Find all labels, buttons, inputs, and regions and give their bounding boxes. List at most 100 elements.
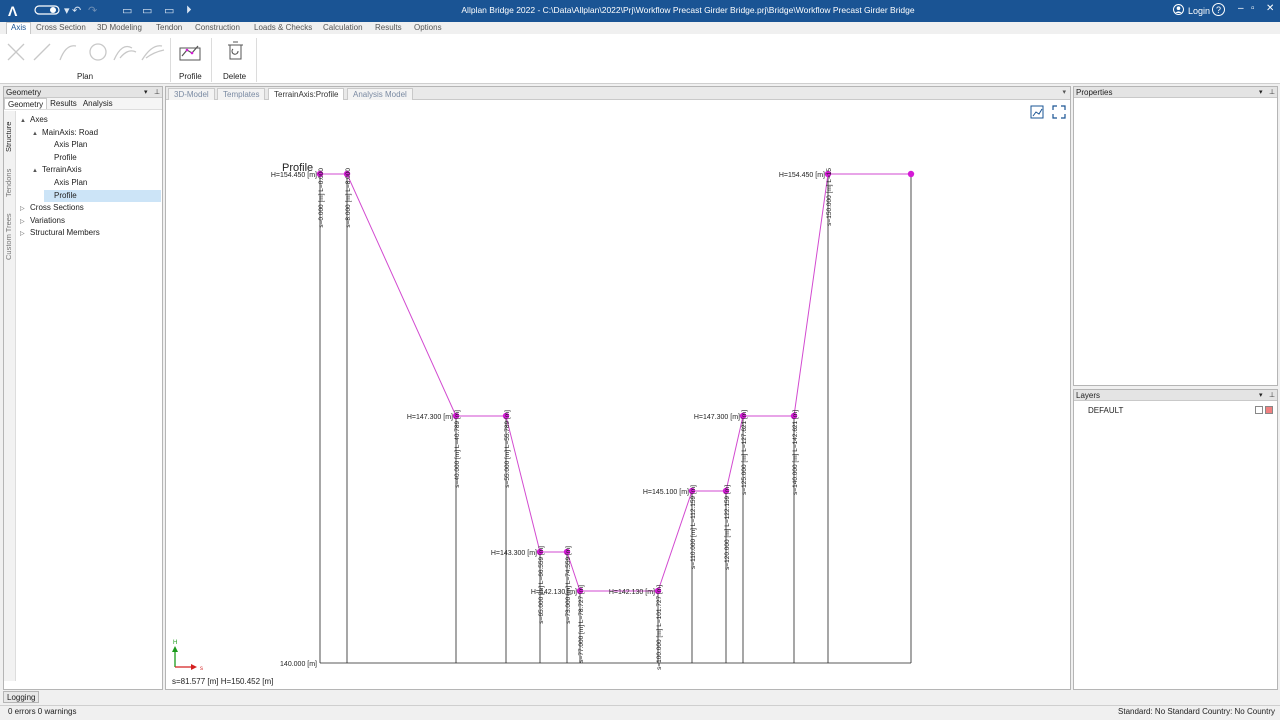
layer-color-swatch[interactable] <box>1265 406 1273 414</box>
plan-tools-icons <box>7 43 165 61</box>
trash-icon[interactable] <box>225 39 245 63</box>
expand-toggle-icon[interactable]: ▲ <box>32 165 42 177</box>
tree-item[interactable]: ▲ MainAxis: Road <box>32 127 161 139</box>
properties-title: Properties <box>1076 88 1113 97</box>
tree-item-label: Profile <box>54 190 77 200</box>
tree-item-label: Axis Plan <box>54 140 88 150</box>
tree-item-label: Structural Members <box>30 228 100 238</box>
tree-item[interactable]: Axis Plan <box>44 177 161 189</box>
vertical-tabs: Structure Tendons Custom Trees <box>4 111 16 681</box>
height-label: H=142.130 [m] <box>531 589 577 596</box>
layers-panel: Layers ▾ ⊥ DEFAULT <box>1073 389 1278 690</box>
tree-item[interactable]: ▲ TerrainAxis <box>32 164 161 176</box>
export-image-icon[interactable] <box>1030 105 1044 119</box>
geometry-panel-title: Geometry <box>6 88 42 97</box>
logging-tab[interactable]: Logging <box>3 691 40 703</box>
tree-item[interactable]: Axis Plan <box>44 139 161 151</box>
tree-item-label: MainAxis: Road <box>42 127 99 137</box>
expand-toggle-icon[interactable]: ▲ <box>20 115 30 127</box>
station-label: s=55.000 [m] L=55.789 [m] <box>504 410 511 488</box>
pin-icon[interactable]: ⊥ <box>154 87 160 98</box>
tree-item[interactable]: ▷ Variations <box>20 215 161 227</box>
station-label: s=100.000 [m] L=101.727 [m] <box>656 585 663 670</box>
tree-item-label: Variations <box>30 215 65 225</box>
station-label: s=77.000 [m] L=78.727 [m] <box>578 585 585 663</box>
vtab-structure[interactable]: Structure <box>4 117 16 157</box>
profile-point[interactable] <box>907 170 915 178</box>
tree-item[interactable]: Profile <box>44 152 161 164</box>
station-label: s=150.000 [m] L=15 <box>826 168 833 226</box>
tree-item[interactable]: ▲ Axes <box>20 114 161 126</box>
height-label: H=147.300 [m] <box>407 414 453 421</box>
pin-icon[interactable]: ⊥ <box>1269 87 1275 98</box>
geometry-tabs: Geometry Results Analysis <box>4 98 162 110</box>
minimize-icon[interactable]: – <box>1238 3 1244 14</box>
expand-toggle-icon[interactable]: ▷ <box>20 203 30 215</box>
tab-geometry[interactable]: Geometry <box>4 98 48 109</box>
user-icon <box>1173 4 1184 17</box>
maximize-icon[interactable]: ▫ <box>1251 3 1255 14</box>
expand-toggle-icon[interactable]: ▲ <box>32 128 42 140</box>
tree-item[interactable]: ▷ Structural Members <box>20 227 161 239</box>
delete-button[interactable]: Delete <box>223 72 246 81</box>
panel-dropdown-icon[interactable]: ▾ <box>1259 87 1263 98</box>
expand-toggle-icon[interactable]: ▷ <box>20 216 30 228</box>
ribbon-tabs: Axis Cross Section 3D Modeling Tendon Co… <box>0 22 1280 34</box>
profile-line[interactable] <box>320 173 911 592</box>
profile-title: Profile <box>282 162 313 174</box>
geometry-panel: Geometry ▾ ⊥ Geometry Results Analysis S… <box>3 86 163 690</box>
station-label: s=140.000 [m] L=142.621 [m] <box>792 410 799 495</box>
geometry-panel-header: Geometry ▾ ⊥ <box>4 87 162 98</box>
ribbon-separator <box>256 38 257 82</box>
tab-axis[interactable]: Axis <box>6 22 32 34</box>
tree-item[interactable]: ▷ Cross Sections <box>20 202 161 214</box>
properties-panel: Properties ▾ ⊥ <box>1073 86 1278 386</box>
tab-tendon[interactable]: Tendon <box>152 23 186 34</box>
panel-dropdown-icon[interactable]: ▾ <box>1259 390 1263 401</box>
tab-calculation[interactable]: Calculation <box>319 23 367 34</box>
title-bar: Λ ▾ ↶ ↷ ▭ ▭ ▭ ⏵ Allplan Bridge 2022 - C:… <box>0 0 1280 22</box>
station-label: s=125.000 [m] L=127.621 [m] <box>741 410 748 495</box>
status-bar: 0 errors 0 warnings Standard: No Standar… <box>0 705 1280 717</box>
tab-loads-checks[interactable]: Loads & Checks <box>250 23 316 34</box>
ribbon: Plan Profile Delete <box>0 34 1280 84</box>
login-label: Login <box>1188 5 1211 16</box>
login-button[interactable]: Login <box>1173 4 1210 17</box>
station-label: s=65.000 [m] L=66.559 [m] <box>538 546 545 624</box>
tree-item-label: Axis Plan <box>54 178 88 187</box>
station-label: s=120.000 [m] L=122.159 [m] <box>724 485 731 570</box>
tab-results-tree[interactable]: Results <box>47 98 80 109</box>
help-icon[interactable]: ? <box>1212 3 1225 16</box>
tab-analysis[interactable]: Analysis <box>80 98 116 109</box>
coordinate-readout: s=81.577 [m] H=150.452 [m] <box>172 677 274 686</box>
tree-item-label: TerrainAxis <box>42 165 82 175</box>
tree-item[interactable]: Profile <box>44 189 161 202</box>
profile-button[interactable]: Profile <box>179 72 202 81</box>
tab-construction[interactable]: Construction <box>191 23 244 34</box>
layer-visibility-checkbox[interactable] <box>1255 406 1263 414</box>
profile-drawing[interactable]: s=0.000 [m] L=0.000 H=154.450 [m] s=8.000 … <box>166 87 1070 689</box>
profile-button-icon[interactable] <box>178 40 202 62</box>
layer-name[interactable]: DEFAULT <box>1088 406 1123 415</box>
tab-results[interactable]: Results <box>371 23 406 34</box>
height-label: H=142.130 [m] <box>609 589 655 596</box>
tree-item-label: Profile <box>54 152 77 162</box>
tab-options[interactable]: Options <box>410 23 446 34</box>
vtab-custom-trees[interactable]: Custom Trees <box>4 209 16 265</box>
close-icon[interactable]: ✕ <box>1266 3 1274 14</box>
vtab-tendons[interactable]: Tendons <box>4 163 16 203</box>
properties-panel-header: Properties ▾ ⊥ <box>1074 87 1277 98</box>
plan-group-label: Plan <box>77 72 94 81</box>
fullscreen-icon[interactable] <box>1052 105 1066 119</box>
height-label: H=154.450 [m] <box>779 172 825 179</box>
status-errors: 0 errors 0 warnings <box>8 707 77 716</box>
tab-3d-modeling[interactable]: 3D Modeling <box>93 23 146 34</box>
height-label: H=145.100 [m] <box>643 489 689 496</box>
pin-icon[interactable]: ⊥ <box>1269 390 1275 401</box>
tab-cross-section[interactable]: Cross Section <box>32 23 90 34</box>
expand-toggle-icon[interactable]: ▷ <box>20 228 30 240</box>
document-area: 3D-Model Templates TerrainAxis:Profile A… <box>165 86 1071 690</box>
panel-dropdown-icon[interactable]: ▾ <box>144 87 148 98</box>
axis-s-label: s <box>200 666 203 672</box>
tree-item-label: Axes <box>30 115 48 124</box>
